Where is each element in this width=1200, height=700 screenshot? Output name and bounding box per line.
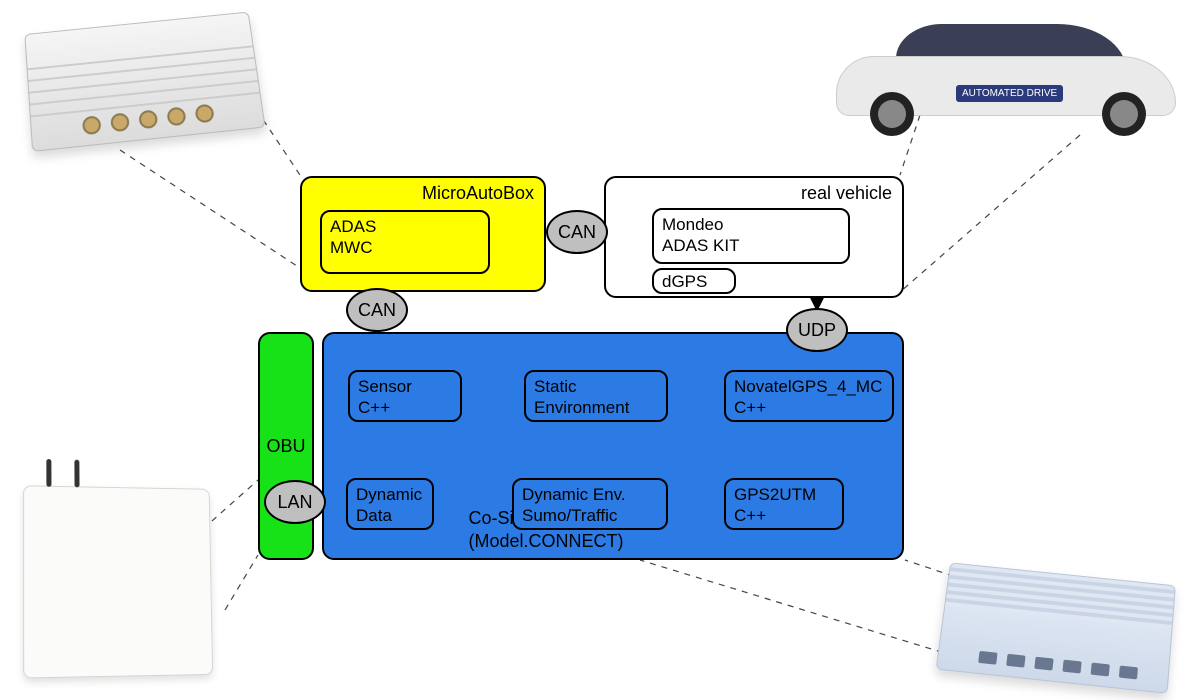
- gps2utm-line1: GPS2UTM: [734, 484, 834, 505]
- can-left-label: CAN: [358, 300, 396, 321]
- mondeo-line1: Mondeo: [662, 214, 840, 235]
- adas-line2: MWC: [330, 237, 480, 258]
- udp-bubble: UDP: [786, 308, 848, 352]
- real-vehicle-box: real vehicle Mondeo ADAS KIT dGPS: [604, 176, 904, 298]
- can-top-label: CAN: [558, 222, 596, 243]
- diagram-stage: AUTOMATED DRIVE MicroAutoBox ADAS MWC re…: [0, 0, 1200, 700]
- microautobox-device-image: [28, 20, 258, 140]
- sensor-line2: C++: [358, 397, 452, 418]
- adas-mwc-box: ADAS MWC: [320, 210, 490, 274]
- sensor-line1: Sensor: [358, 376, 452, 397]
- dgps-box: dGPS: [652, 268, 736, 294]
- novatel-box: NovatelGPS_4_MC C++: [724, 370, 894, 422]
- novatel-line2: C++: [734, 397, 884, 418]
- obu-label: OBU: [267, 435, 306, 458]
- can-left-bubble: CAN: [346, 288, 408, 332]
- lan-bubble: LAN: [264, 480, 326, 524]
- gps2utm-box: GPS2UTM C++: [724, 478, 844, 530]
- dyndata-line1: Dynamic: [356, 484, 424, 505]
- mondeo-adas-kit-box: Mondeo ADAS KIT: [652, 208, 850, 264]
- can-top-bubble: CAN: [546, 210, 608, 254]
- real-vehicle-title: real vehicle: [801, 182, 892, 205]
- microautobox-title: MicroAutoBox: [422, 182, 534, 205]
- dynenv-line2: Sumo/Traffic: [522, 505, 658, 526]
- dyndata-line2: Data: [356, 505, 424, 526]
- mondeo-line2: ADAS KIT: [662, 235, 840, 256]
- obu-box: OBU: [258, 332, 314, 560]
- lan-label: LAN: [277, 492, 312, 513]
- dgps-label: dGPS: [662, 272, 707, 291]
- vehicle-badge: AUTOMATED DRIVE: [956, 85, 1063, 102]
- dynamic-env-box: Dynamic Env. Sumo/Traffic: [512, 478, 668, 530]
- obu-device-image: [24, 486, 214, 676]
- microautobox-box: MicroAutoBox ADAS MWC: [300, 176, 546, 292]
- dynamic-data-box: Dynamic Data: [346, 478, 434, 530]
- industrial-pc-image: [942, 572, 1172, 682]
- gps2utm-line2: C++: [734, 505, 834, 526]
- static-env-box: Static Environment: [524, 370, 668, 422]
- sensor-box: Sensor C++: [348, 370, 462, 422]
- udp-label: UDP: [798, 320, 836, 341]
- cosim-platform-box: Co-Simulation Platform (Model.CONNECT) S…: [322, 332, 904, 560]
- novatel-line1: NovatelGPS_4_MC: [734, 376, 884, 397]
- vehicle-image: AUTOMATED DRIVE: [836, 12, 1176, 142]
- adas-line1: ADAS: [330, 216, 480, 237]
- static-env-line1: Static: [534, 376, 658, 397]
- static-env-line2: Environment: [534, 397, 658, 418]
- dynenv-line1: Dynamic Env.: [522, 484, 658, 505]
